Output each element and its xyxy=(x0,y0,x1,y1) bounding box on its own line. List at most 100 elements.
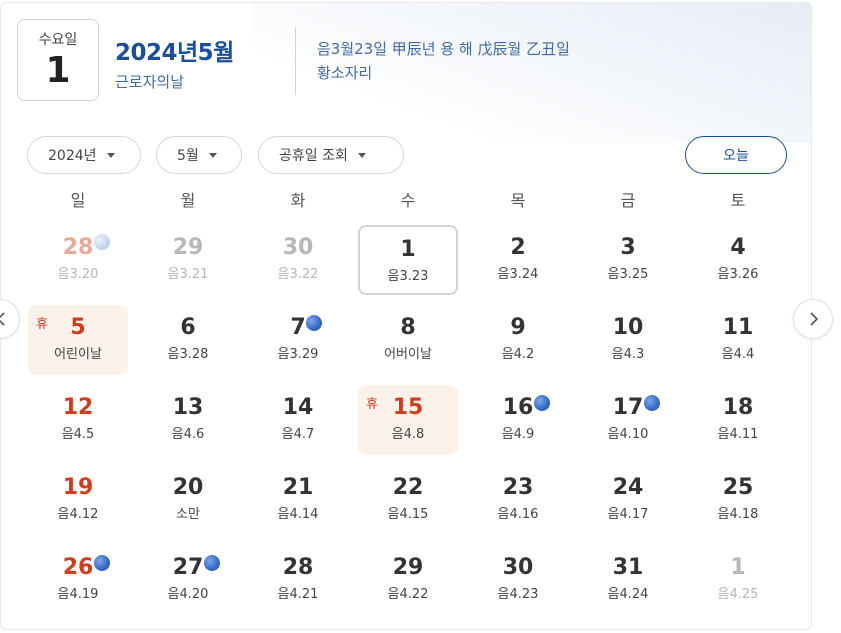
day-number: 31 xyxy=(612,555,644,580)
calendar-day-cell[interactable]: 17 음4.10 xyxy=(578,385,678,455)
holiday-badge: 휴 xyxy=(366,397,378,412)
lunar-date-label: 음4.2 xyxy=(501,347,535,362)
lunar-date-label: 음3.22 xyxy=(277,267,319,282)
calendar-day-cell[interactable]: 31 음4.24 xyxy=(578,545,678,615)
calendar-day-cell[interactable]: 30 음4.23 xyxy=(468,545,568,615)
calendar-day-cell[interactable]: 19 음4.12 xyxy=(28,465,128,535)
holiday-badge: 휴 xyxy=(36,317,48,332)
event-dot-icon xyxy=(534,395,550,411)
weekday-label: 목 xyxy=(510,191,526,210)
day-number: 28 xyxy=(282,555,314,580)
lunar-date-label: 음3.20 xyxy=(57,267,99,282)
calendar-day-cell[interactable]: 25 음4.18 xyxy=(688,465,788,535)
day-event-label: 음4.8 xyxy=(391,427,425,442)
lunar-info: 음3월23일 甲辰년 용 해 戊辰월 乙丑일 황소자리 xyxy=(317,37,570,85)
event-dot-icon xyxy=(204,555,220,571)
lunar-date-label: 음4.22 xyxy=(387,587,429,602)
lunar-date-label: 음3.21 xyxy=(167,267,209,282)
day-number: 11 xyxy=(722,315,754,340)
month-dropdown[interactable]: 5월 xyxy=(156,136,242,174)
day-event-label: 어버이날 xyxy=(384,347,432,362)
lunar-date-label: 음4.24 xyxy=(607,587,649,602)
lunar-date-label: 음4.9 xyxy=(501,427,535,442)
lunar-date-label: 음4.6 xyxy=(171,427,205,442)
next-month-button[interactable] xyxy=(793,299,833,339)
calendar-day-cell[interactable]: 23 음4.16 xyxy=(468,465,568,535)
calendar-day-cell[interactable]: 15 음4.8 휴 xyxy=(358,385,458,455)
calendar-day-cell[interactable]: 21 음4.14 xyxy=(248,465,348,535)
lunar-date-label: 음4.4 xyxy=(721,347,755,362)
day-number: 1 xyxy=(400,237,416,262)
zodiac-info-line: 황소자리 xyxy=(317,64,373,82)
weekday-label: 토 xyxy=(730,191,746,210)
lunar-date-label: 음4.20 xyxy=(167,587,209,602)
day-number: 29 xyxy=(172,235,204,260)
lunar-date-label: 음4.21 xyxy=(277,587,319,602)
lunar-date-label: 음4.5 xyxy=(61,427,95,442)
selected-weekday: 수요일 xyxy=(38,32,78,48)
calendar-day-cell[interactable]: 13 음4.6 xyxy=(138,385,238,455)
calendar-day-cell[interactable]: 8 어버이날 xyxy=(358,305,458,375)
calendar-day-cell[interactable]: 2 음3.24 xyxy=(468,225,568,295)
day-number: 29 xyxy=(392,555,424,580)
calendar-day-cell[interactable]: 5 어린이날 휴 xyxy=(28,305,128,375)
calendar-day-cell[interactable]: 29 음4.22 xyxy=(358,545,458,615)
date-title: 2024년5월 근로자의날 xyxy=(115,33,234,92)
calendar-day-cell[interactable]: 3 음3.25 xyxy=(578,225,678,295)
calendar-day-cell[interactable]: 29 음3.21 xyxy=(138,225,238,295)
calendar-day-cell[interactable]: 28 음3.20 xyxy=(28,225,128,295)
calendar-day-cell[interactable]: 14 음4.7 xyxy=(248,385,348,455)
calendar-day-cell[interactable]: 4 음3.26 xyxy=(688,225,788,295)
day-number: 16 xyxy=(502,395,534,420)
calendar-day-cell[interactable]: 1 음4.25 xyxy=(688,545,788,615)
day-number: 19 xyxy=(62,475,94,500)
holiday-lookup-dropdown[interactable]: 공휴일 조회 xyxy=(258,136,404,174)
calendar-day-cell[interactable]: 24 음4.17 xyxy=(578,465,678,535)
day-number: 21 xyxy=(282,475,314,500)
day-number: 28 xyxy=(62,235,94,260)
day-event-label: 소만 xyxy=(176,507,200,522)
calendar-day-cell[interactable]: 20 소만 xyxy=(138,465,238,535)
year-dropdown-label: 2024년 xyxy=(48,148,97,164)
calendar-day-cell[interactable]: 22 음4.15 xyxy=(358,465,458,535)
lunar-date-label: 음4.18 xyxy=(717,507,759,522)
event-dot-icon xyxy=(94,555,110,571)
lunar-date-label: 음4.19 xyxy=(57,587,99,602)
faded-event-dot-icon xyxy=(94,234,110,250)
day-number: 8 xyxy=(400,315,416,340)
calendar-day-cell[interactable]: 16 음4.9 xyxy=(468,385,568,455)
today-button[interactable]: 오늘 xyxy=(685,136,787,174)
caret-down-icon xyxy=(357,152,366,158)
year-dropdown[interactable]: 2024년 xyxy=(27,136,141,174)
day-number: 20 xyxy=(172,475,204,500)
lunar-date-label: 음3.24 xyxy=(497,267,539,282)
event-dot-icon xyxy=(306,315,322,331)
day-number: 7 xyxy=(290,315,306,340)
calendar-day-cell[interactable]: 28 음4.21 xyxy=(248,545,348,615)
lunar-date-label: 음4.7 xyxy=(281,427,315,442)
lunar-date-label: 음4.12 xyxy=(57,507,99,522)
lunar-date-label: 음3.26 xyxy=(717,267,759,282)
day-number: 10 xyxy=(612,315,644,340)
calendar-day-cell[interactable]: 27 음4.20 xyxy=(138,545,238,615)
lunar-date-label: 음4.16 xyxy=(497,507,539,522)
day-number: 1 xyxy=(730,555,746,580)
weekday-label: 일 xyxy=(70,191,86,210)
calendar-day-cell[interactable]: 7 음3.29 xyxy=(248,305,348,375)
calendar-day-cell[interactable]: 30 음3.22 xyxy=(248,225,348,295)
calendar-day-cell[interactable]: 26 음4.19 xyxy=(28,545,128,615)
day-event-label: 어린이날 xyxy=(54,347,102,362)
lunar-date-label: 음4.23 xyxy=(497,587,539,602)
calendar-day-cell[interactable]: 18 음4.11 xyxy=(688,385,788,455)
calendar-day-cell[interactable]: 9 음4.2 xyxy=(468,305,568,375)
calendar-day-cell[interactable]: 12 음4.5 xyxy=(28,385,128,455)
day-number: 13 xyxy=(172,395,204,420)
calendar-day-cell[interactable]: 6 음3.28 xyxy=(138,305,238,375)
day-number: 30 xyxy=(502,555,534,580)
holiday-name: 근로자의날 xyxy=(115,73,185,91)
event-dot-icon xyxy=(644,395,660,411)
calendar-day-cell[interactable]: 10 음4.3 xyxy=(578,305,678,375)
calendar-day-cell[interactable]: 11 음4.4 xyxy=(688,305,788,375)
calendar-day-cell-today[interactable]: 1 음3.23 xyxy=(358,225,458,295)
month-dropdown-label: 5월 xyxy=(177,148,199,164)
